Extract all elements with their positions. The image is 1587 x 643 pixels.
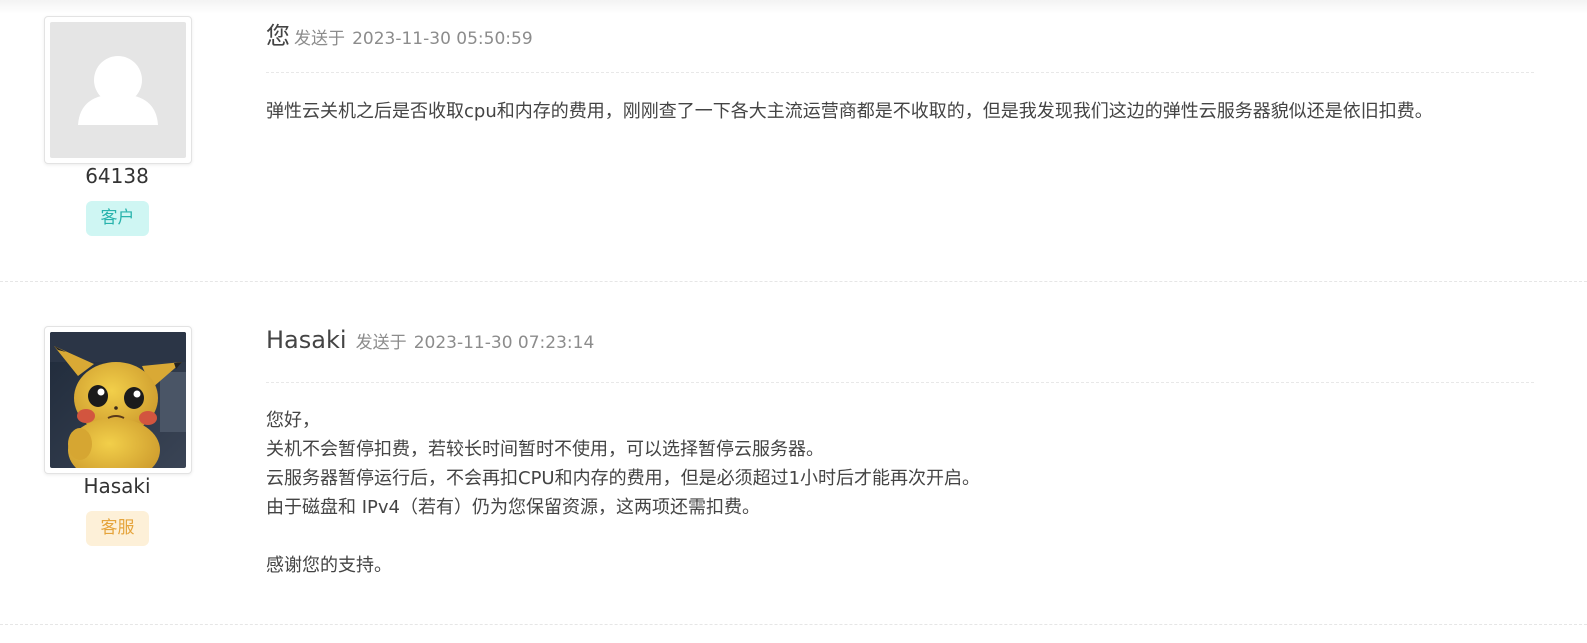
message-line: 由于磁盘和 IPv4（若有）仍为您保留资源，这两项还需扣费。 — [266, 497, 760, 518]
sent-prefix: 发送于 — [294, 29, 345, 49]
divider — [266, 72, 1534, 73]
role-badge: 客服 — [86, 511, 149, 546]
message-line: 关机不会暂停扣费，若较长时间暂时不使用，可以选择暂停云服务器。 — [266, 439, 824, 460]
timestamp: 2023-11-30 07:23:14 — [413, 333, 595, 353]
avatar — [44, 326, 192, 474]
timestamp: 2023-11-30 05:50:59 — [352, 29, 533, 49]
author-name: Hasaki — [266, 326, 347, 354]
username: 64138 — [85, 164, 149, 188]
message-line-blank — [266, 522, 1556, 551]
default-user-icon — [78, 56, 158, 125]
role-badge: 客户 — [86, 201, 149, 236]
pikachu-avatar-image — [50, 332, 186, 468]
message-line: 感谢您的支持。 — [266, 555, 392, 576]
username: Hasaki — [83, 474, 151, 498]
sent-prefix: 发送于 — [355, 333, 407, 353]
message-line: 您好， — [266, 410, 320, 431]
ticket-message-staff: Hasaki 客服 Hasaki 发送于 2023-11-30 07:23:14… — [0, 282, 1587, 625]
message-meta: Hasaki 发送于 2023-11-30 07:23:14 — [266, 326, 594, 354]
message-meta: 您发送于 2023-11-30 05:50:59 — [266, 16, 533, 51]
message-line: 弹性云关机之后是否收取cpu和内存的费用，刚刚查了一下各大主流运营商都是不收取的… — [266, 101, 1433, 122]
message-line: 云服务器暂停运行后，不会再扣CPU和内存的费用，但是必须超过1小时后才能再次开启… — [266, 468, 981, 489]
avatar — [44, 16, 192, 164]
author-name: 您 — [266, 22, 290, 50]
message-body: 您好， 关机不会暂停扣费，若较长时间暂时不使用，可以选择暂停云服务器。 云服务器… — [266, 406, 1556, 580]
divider — [266, 382, 1534, 383]
message-body: 弹性云关机之后是否收取cpu和内存的费用，刚刚查了一下各大主流运营商都是不收取的… — [266, 97, 1556, 126]
ticket-message-customer: 64138 客户 您发送于 2023-11-30 05:50:59 弹性云关机之… — [0, 0, 1587, 282]
